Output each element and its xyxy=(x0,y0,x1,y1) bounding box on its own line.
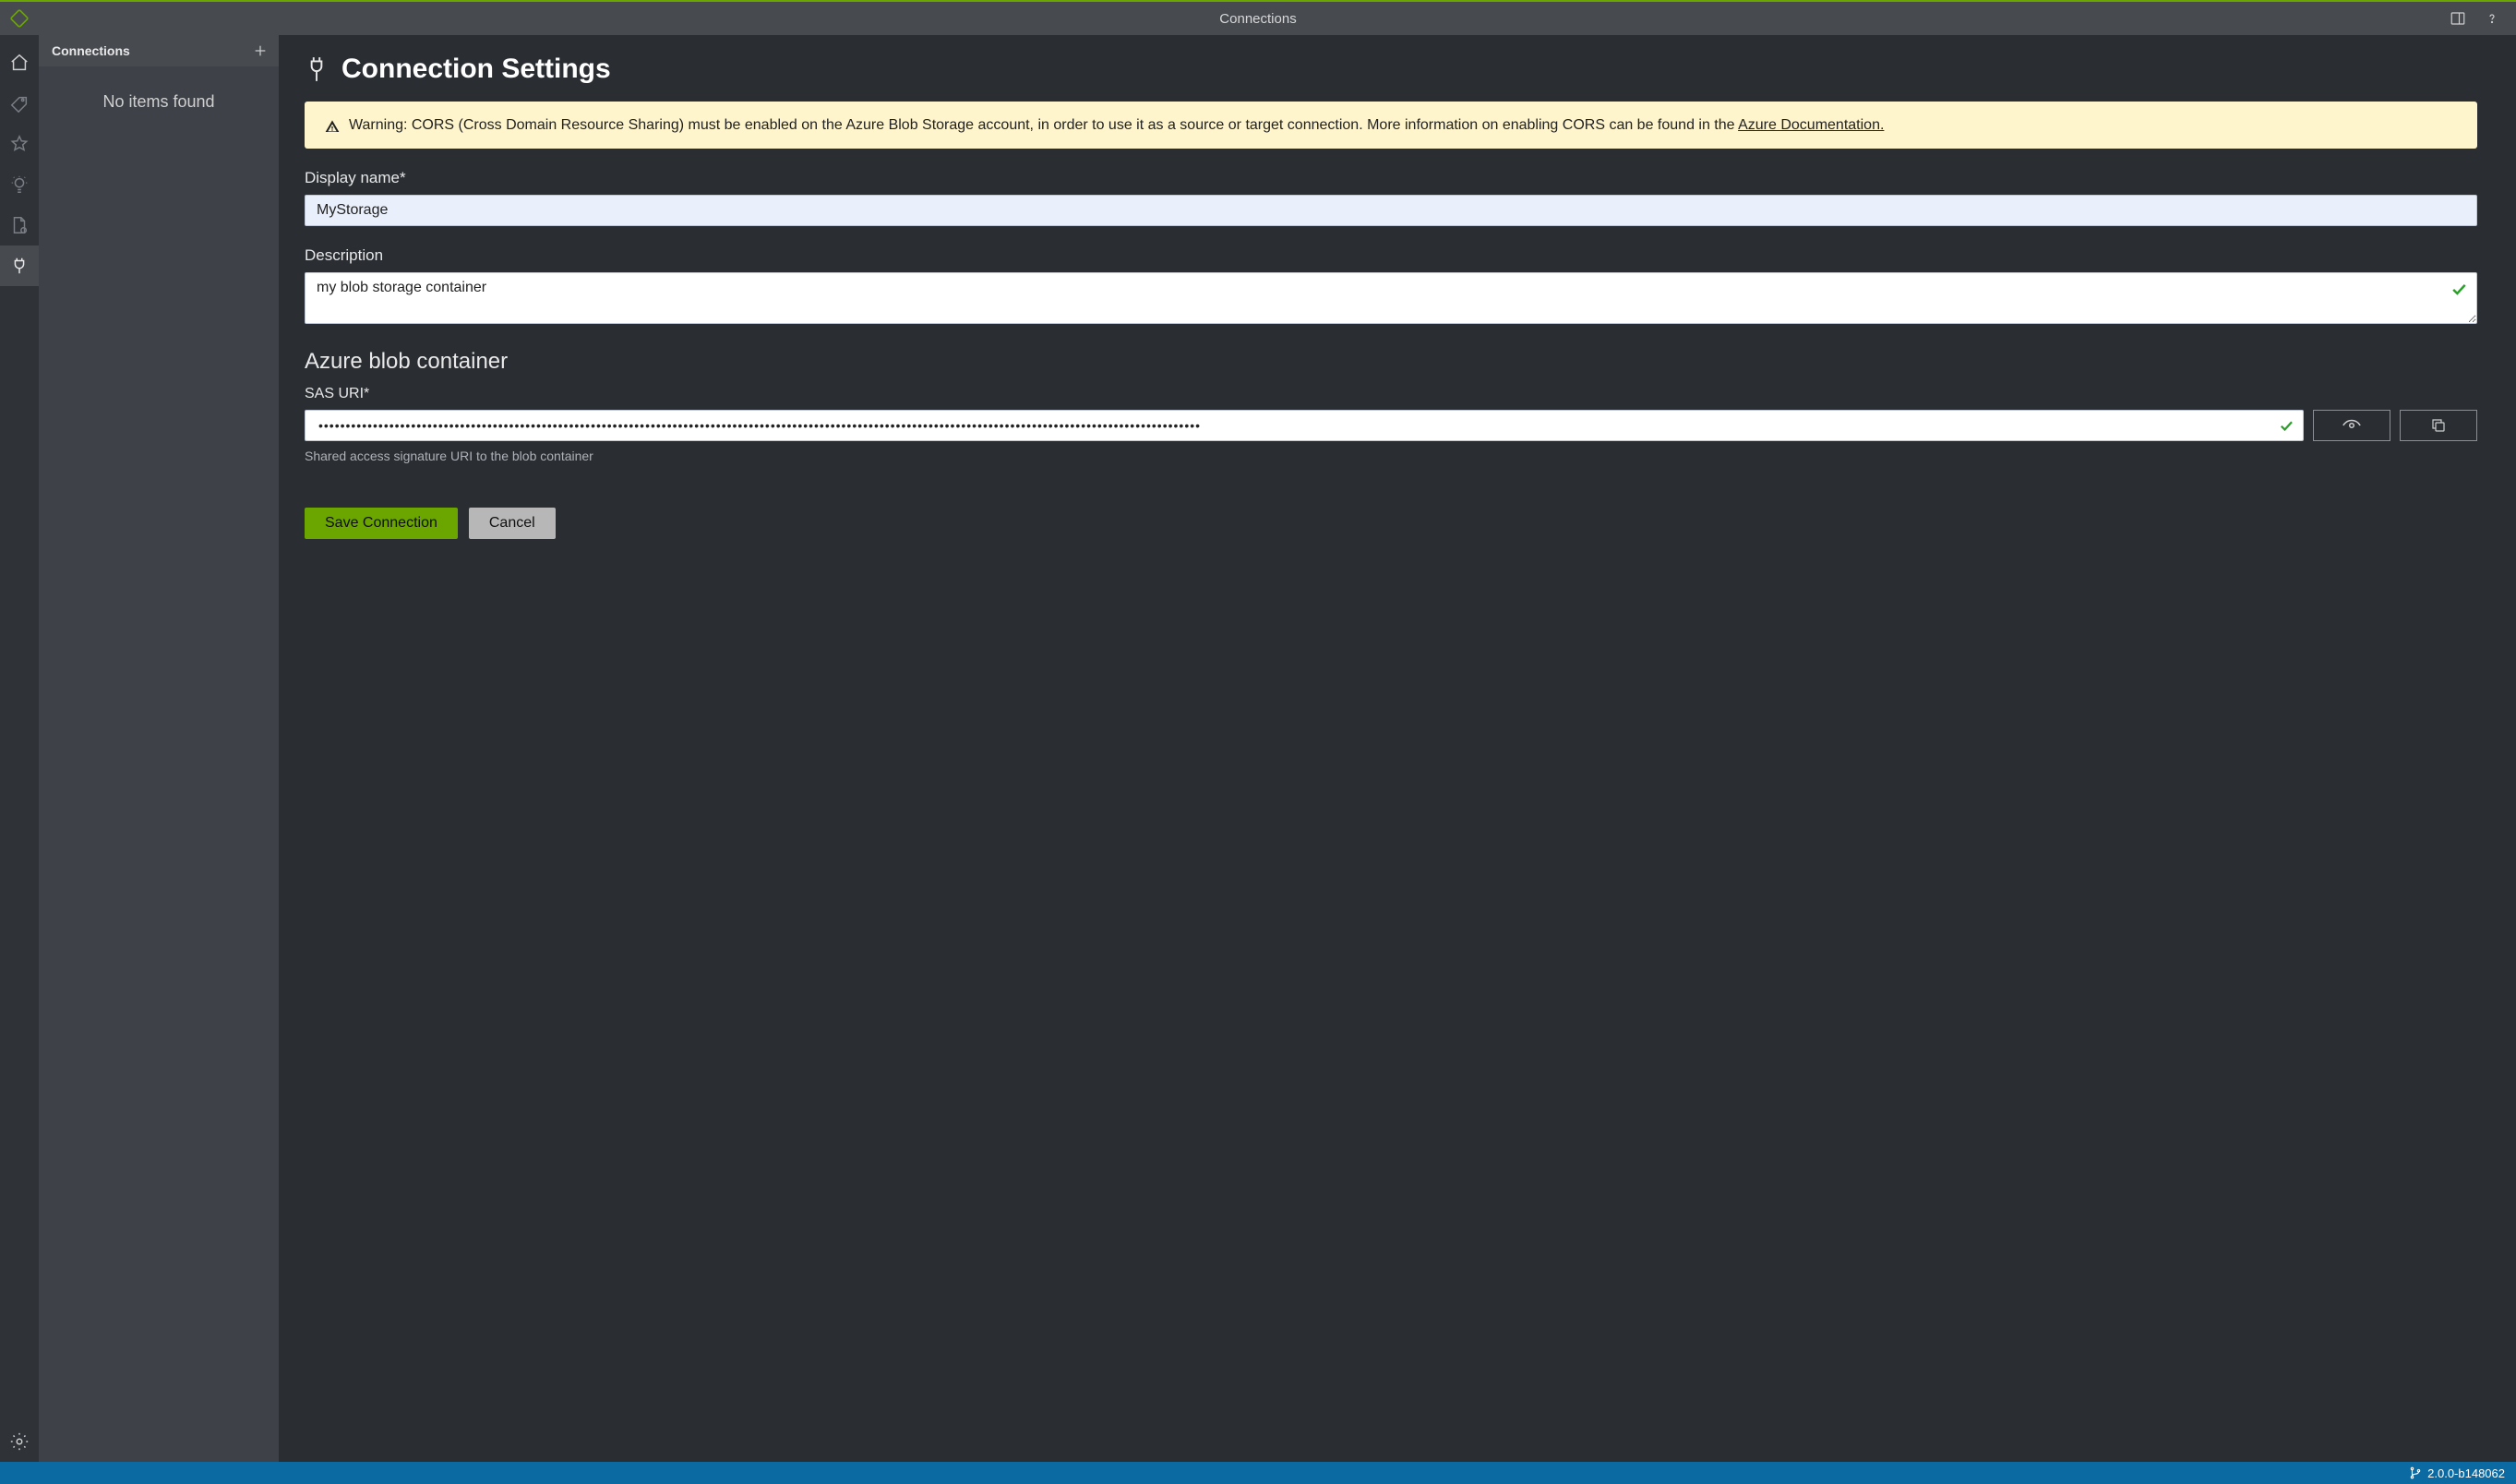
sas-uri-helper: Shared access signature URI to the blob … xyxy=(305,449,2477,463)
nav-settings[interactable] xyxy=(0,1421,39,1462)
nav-star[interactable] xyxy=(0,124,39,164)
display-name-input[interactable] xyxy=(305,195,2477,226)
azure-docs-link[interactable]: Azure Documentation. xyxy=(1738,117,1884,133)
app-logo-icon xyxy=(9,8,30,29)
status-bar: 2.0.0-b148062 xyxy=(0,1462,2516,1484)
nav-home[interactable] xyxy=(0,42,39,83)
section-heading: Azure blob container xyxy=(305,349,2477,375)
branch-icon xyxy=(2409,1466,2422,1479)
side-panel-empty: No items found xyxy=(39,92,279,112)
cancel-button[interactable]: Cancel xyxy=(469,508,556,539)
check-icon xyxy=(2450,280,2468,298)
description-input[interactable] xyxy=(305,272,2477,324)
description-label: Description xyxy=(305,246,2477,265)
help-icon[interactable] xyxy=(2485,10,2499,27)
nav-lightbulb[interactable] xyxy=(0,164,39,205)
cors-warning-alert: Warning: CORS (Cross Domain Resource Sha… xyxy=(305,102,2477,149)
main-content: Connection Settings Warning: CORS (Cross… xyxy=(279,35,2516,1462)
title-bar: Connections xyxy=(0,0,2516,35)
side-panel-title: Connections xyxy=(52,43,130,58)
page-title: Connection Settings xyxy=(341,54,611,85)
save-connection-button[interactable]: Save Connection xyxy=(305,508,458,539)
warning-icon xyxy=(325,116,340,136)
copy-button[interactable] xyxy=(2400,410,2477,441)
add-connection-icon[interactable] xyxy=(253,43,268,58)
window-title: Connections xyxy=(1219,11,1296,27)
side-panel: Connections No items found xyxy=(39,35,279,1462)
check-icon xyxy=(2278,417,2294,434)
sas-uri-label: SAS URI* xyxy=(305,386,2477,402)
show-password-button[interactable] xyxy=(2313,410,2390,441)
nav-rail xyxy=(0,35,39,1462)
warning-text: Warning: CORS (Cross Domain Resource Sha… xyxy=(349,117,1738,133)
nav-connections[interactable] xyxy=(0,245,39,286)
side-panel-header: Connections xyxy=(39,35,279,66)
panel-toggle-icon[interactable] xyxy=(2450,10,2466,27)
sas-uri-input[interactable] xyxy=(305,410,2304,441)
nav-tags[interactable] xyxy=(0,83,39,124)
version-text: 2.0.0-b148062 xyxy=(2427,1466,2505,1480)
nav-file[interactable] xyxy=(0,205,39,245)
display-name-label: Display name* xyxy=(305,169,2477,187)
plug-icon xyxy=(305,55,329,83)
